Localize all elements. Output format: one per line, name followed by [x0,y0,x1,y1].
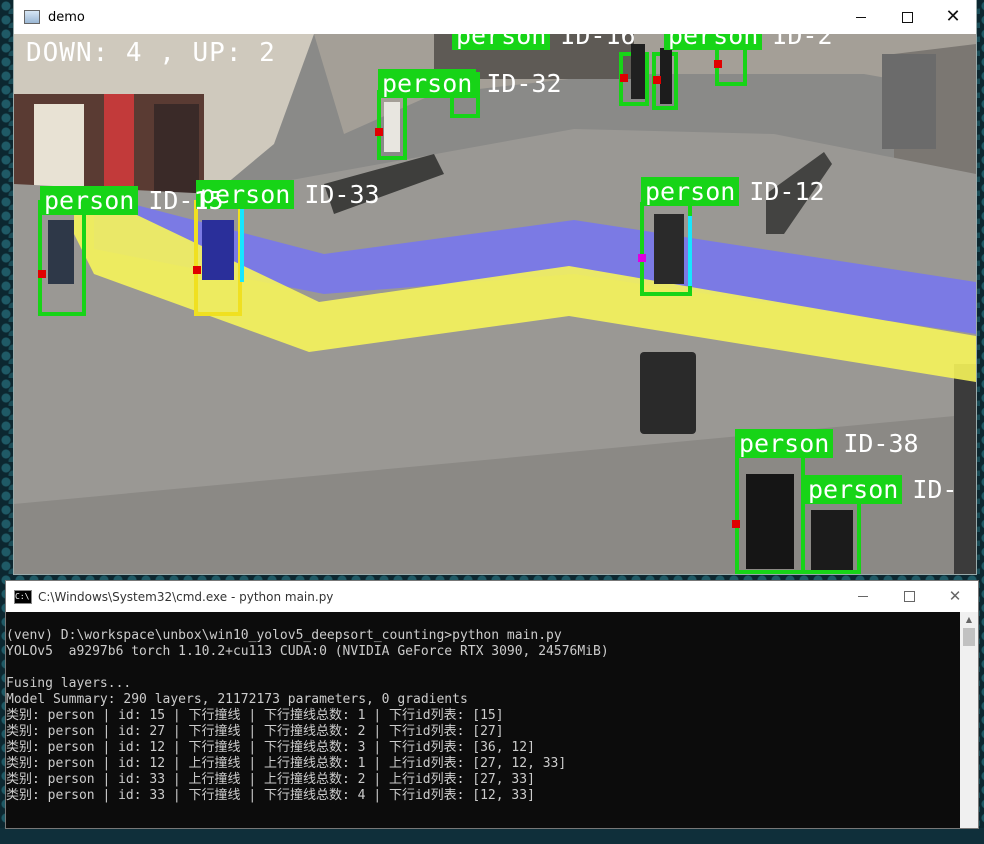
track-label: person ID- [804,475,958,504]
terminal-line: Fusing layers... [6,676,132,691]
track-id: ID- [912,475,958,504]
cmd-window[interactable]: C:\ C:\Windows\System32\cmd.exe - python… [6,581,978,828]
terminal-line: 类别: person | id: 27 | 下行撞线 | 下行撞线总数: 2 |… [6,724,504,739]
minimize-icon [856,16,866,18]
track-id: ID-2 [772,34,833,50]
track-label: person ID-12 [641,177,825,206]
video-frame: DOWN: 4 , UP: 2 person ID-32 person ID-12 … [14,34,976,574]
track-class: person [641,177,740,206]
maximize-icon [901,11,913,23]
track-label: person ID-2 [664,34,833,50]
count-readout: DOWN: 4 , UP: 2 [26,38,276,68]
terminal-line: 类别: person | id: 12 | 下行撞线 | 下行撞线总数: 3 |… [6,740,535,755]
cmd-close-button[interactable]: ✕ [932,581,978,612]
terminal-line: YOLOv5 a9297b6 torch 1.10.2+cu113 CUDA:0… [6,644,609,659]
track-class: person [804,475,903,504]
close-icon: ✕ [948,587,962,605]
close-button[interactable]: ✕ [930,0,976,34]
scroll-thumb[interactable] [963,628,975,646]
terminal-line: 类别: person | id: 12 | 上行撞线 | 上行撞线总数: 1 |… [6,756,567,771]
demo-titlebar[interactable]: demo ✕ [14,0,976,34]
terminal-output[interactable]: (venv) D:\workspace\unbox\win10_yolov5_d… [6,612,960,844]
track-class: person [378,69,477,98]
maximize-icon [903,591,915,602]
terminal-line: 类别: person | id: 15 | 下行撞线 | 下行撞线总数: 1 |… [6,708,504,723]
window-app-icon [24,10,40,24]
maximize-button[interactable] [884,0,930,34]
cmd-window-title: C:\Windows\System32\cmd.exe - python mai… [38,589,334,604]
cmd-titlebar[interactable]: C:\ C:\Windows\System32\cmd.exe - python… [6,581,978,612]
track-label: person ID-16 [452,34,636,50]
track-id: ID-38 [843,429,919,458]
cmd-minimize-button[interactable] [840,581,886,612]
track-id: ID-12 [749,177,825,206]
track-class: person [40,186,139,215]
terminal-line: 类别: person | id: 33 | 下行撞线 | 下行撞线总数: 4 |… [6,788,535,803]
terminal-line: 类别: person | id: 33 | 上行撞线 | 上行撞线总数: 2 |… [6,772,535,787]
demo-window[interactable]: demo ✕ DOWN: 4 , UP: 2 person ID-32 pers… [14,0,976,574]
track-class: person [735,429,834,458]
track-id: ID-33 [304,180,380,209]
track-class: person [664,34,763,50]
track-label: person ID-32 [378,69,562,98]
terminal-line: (venv) D:\workspace\unbox\win10_yolov5_d… [6,628,562,643]
scroll-up-arrow-icon[interactable]: ▲ [960,612,978,626]
close-icon: ✕ [945,6,961,27]
track-id: ID-16 [560,34,636,50]
demo-window-title: demo [48,9,85,25]
cmd-maximize-button[interactable] [886,581,932,612]
track-id: ID-15 [148,186,224,215]
track-id: ID-32 [486,69,562,98]
track-class: person [452,34,551,50]
track-label: person ID-38 [735,429,919,458]
minimize-button[interactable] [838,0,884,34]
track-label: person ID-15 [40,186,224,215]
console-icon: C:\ [14,589,32,604]
terminal-line: Model Summary: 290 layers, 21172173 para… [6,692,468,707]
minimize-icon [858,596,868,597]
vertical-scrollbar[interactable]: ▲ [960,612,978,828]
